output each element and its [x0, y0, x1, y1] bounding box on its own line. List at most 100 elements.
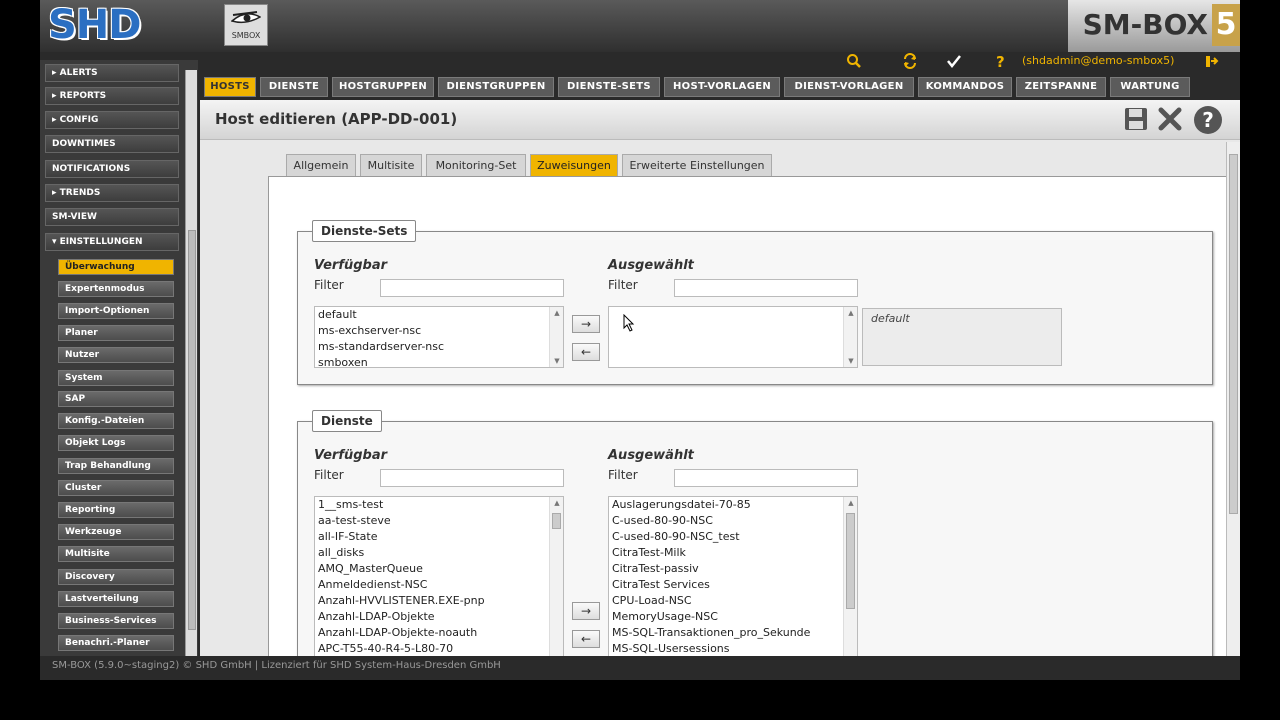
list-item[interactable]: APC-T55-40-R4-5-L80-70 — [315, 641, 563, 656]
subtab-allgemein[interactable]: Allgemein — [286, 154, 356, 176]
list-item[interactable]: ms-standardserver-nsc — [315, 339, 563, 355]
sidebar-scroll-thumb[interactable] — [188, 230, 196, 630]
list-item[interactable]: MS-SQL-Usersessions — [609, 641, 857, 656]
scroll-down-icon[interactable]: ▼ — [844, 355, 857, 367]
scroll-down-icon[interactable]: ▼ — [550, 355, 563, 367]
list-item[interactable]: MS-SQL-Transaktionen_pro_Sekunde — [609, 625, 857, 641]
list-item[interactable]: Auslagerungsdatei-70-85 — [609, 497, 857, 513]
scroll-up-icon[interactable]: ▲ — [550, 307, 563, 319]
list-scrollbar[interactable]: ▲ ▼ — [549, 307, 563, 367]
refresh-icon[interactable] — [902, 53, 918, 73]
list-item[interactable]: C-used-80-90-NSC_test — [609, 529, 857, 545]
shd-logo[interactable]: SHD — [48, 2, 141, 48]
list-scrollbar[interactable]: ▲ — [843, 497, 857, 656]
list-item[interactable]: ms-exchserver-nsc — [315, 323, 563, 339]
scroll-up-icon[interactable]: ▲ — [844, 307, 857, 319]
list-item[interactable]: CPU-Load-NSC — [609, 593, 857, 609]
subtab-zuweisungen[interactable]: Zuweisungen — [530, 154, 618, 176]
sidebar-sub-expertenmodus[interactable]: Expertenmodus — [58, 281, 174, 297]
sidebar-sub-import-optionen[interactable]: Import-Optionen — [58, 303, 174, 319]
content-scrollbar[interactable] — [1226, 142, 1240, 656]
remove-button[interactable]: ← — [572, 630, 600, 648]
list-item[interactable]: smboxen — [315, 355, 563, 367]
list-item[interactable]: MemoryUsage-NSC — [609, 609, 857, 625]
list-item[interactable]: Anzahl-HVVLISTENER.EXE-pnp — [315, 593, 563, 609]
sidebar-sub-werkzeuge[interactable]: Werkzeuge — [58, 524, 174, 540]
list-item[interactable]: default — [315, 307, 563, 323]
sidebar-sub-reporting[interactable]: Reporting — [58, 502, 174, 518]
selected-filter-input[interactable] — [674, 469, 858, 487]
list-item[interactable]: all-IF-State — [315, 529, 563, 545]
list-item[interactable]: AMQ_MasterQueue — [315, 561, 563, 577]
sidebar-sub-lastverteilung[interactable]: Lastverteilung — [58, 591, 174, 607]
available-filter-input[interactable] — [380, 279, 564, 297]
save-icon[interactable] — [1122, 106, 1150, 134]
content-scroll-thumb[interactable] — [1229, 154, 1238, 514]
sidebar-sub-nutzer[interactable]: Nutzer — [58, 347, 174, 363]
sidebar-item-alerts[interactable]: ▸ ALERTS — [45, 64, 179, 82]
tools-icon[interactable] — [1156, 106, 1184, 134]
list-item[interactable]: C-used-80-90-NSC — [609, 513, 857, 529]
list-scrollbar[interactable]: ▲ — [549, 497, 563, 656]
list-item[interactable]: Anzahl-LDAP-Objekte — [315, 609, 563, 625]
nav-tab-dienste-sets[interactable]: DIENSTE-SETS — [558, 77, 660, 97]
sidebar-sub-discovery[interactable]: Discovery — [58, 569, 174, 585]
scroll-thumb[interactable] — [552, 513, 561, 529]
sidebar-sub-planer[interactable]: Planer — [58, 325, 174, 341]
sidebar-item-config[interactable]: ▸ CONFIG — [45, 111, 179, 129]
list-item[interactable]: CitraTest Services — [609, 577, 857, 593]
sidebar-sub-sap[interactable]: SAP — [58, 391, 174, 407]
sidebar-item-einstellungen[interactable]: ▾ EINSTELLUNGEN — [45, 233, 179, 251]
help-icon[interactable]: ? — [996, 53, 1005, 71]
sidebar-item-notifications[interactable]: NOTIFICATIONS — [45, 160, 179, 178]
available-filter-input[interactable] — [380, 469, 564, 487]
selected-list[interactable]: Auslagerungsdatei-70-85 C-used-80-90-NSC… — [608, 496, 858, 656]
add-button[interactable]: → — [572, 602, 600, 620]
nav-tab-dienst-vorlagen[interactable]: DIENST-VORLAGEN — [784, 77, 914, 97]
sidebar-scrollbar[interactable] — [185, 70, 197, 656]
search-icon[interactable] — [846, 53, 862, 73]
sidebar-item-trends[interactable]: ▸ TRENDS — [45, 184, 179, 202]
list-item[interactable]: 1__sms-test — [315, 497, 563, 513]
sidebar-sub-multisite[interactable]: Multisite — [58, 546, 174, 562]
sidebar-sub-ueberwachung[interactable]: Überwachung — [58, 259, 174, 275]
sidebar-sub-trap-behandlung[interactable]: Trap Behandlung — [58, 458, 174, 474]
user-label[interactable]: (shdadmin@demo-smbox5) — [1022, 54, 1174, 67]
logout-icon[interactable] — [1204, 53, 1220, 73]
nav-tab-wartung[interactable]: WARTUNG — [1110, 77, 1190, 97]
sidebar-sub-business-services[interactable]: Business-Services — [58, 613, 174, 629]
scroll-up-icon[interactable]: ▲ — [550, 497, 563, 509]
nav-tab-host-vorlagen[interactable]: HOST-VORLAGEN — [664, 77, 780, 97]
nav-tab-dienste[interactable]: DIENSTE — [260, 77, 328, 97]
check-icon[interactable] — [946, 53, 962, 73]
sidebar-sub-objekt-logs[interactable]: Objekt Logs — [58, 435, 174, 451]
list-item[interactable]: Anmeldedienst-NSC — [315, 577, 563, 593]
nav-tab-dienstgruppen[interactable]: DIENSTGRUPPEN — [438, 77, 554, 97]
sidebar-item-downtimes[interactable]: DOWNTIMES — [45, 135, 179, 153]
subtab-monitoring-set[interactable]: Monitoring-Set — [426, 154, 526, 176]
remove-button[interactable]: ← — [572, 343, 600, 361]
list-item[interactable]: CitraTest-Milk — [609, 545, 857, 561]
sidebar-item-reports[interactable]: ▸ REPORTS — [45, 87, 179, 105]
sidebar-item-sm-view[interactable]: SM-VIEW — [45, 208, 179, 226]
selected-list[interactable]: ▲ ▼ — [608, 306, 858, 368]
available-list[interactable]: 1__sms-test aa-test-steve all-IF-State a… — [314, 496, 564, 656]
sidebar-sub-konfig-dateien[interactable]: Konfig.-Dateien — [58, 413, 174, 429]
list-item[interactable]: Anzahl-LDAP-Objekte-noauth — [315, 625, 563, 641]
sidebar-sub-benachri-planer[interactable]: Benachri.-Planer — [58, 635, 174, 651]
add-button[interactable]: → — [572, 315, 600, 333]
nav-tab-hosts[interactable]: HOSTS — [204, 77, 256, 97]
list-item[interactable]: all_disks — [315, 545, 563, 561]
sidebar-sub-cluster[interactable]: Cluster — [58, 480, 174, 496]
nav-tab-zeitspanne[interactable]: ZEITSPANNE — [1016, 77, 1106, 97]
sidebar-sub-system[interactable]: System — [58, 370, 174, 386]
subtab-erweiterte-einstellungen[interactable]: Erweiterte Einstellungen — [622, 154, 772, 176]
list-item[interactable]: CitraTest-passiv — [609, 561, 857, 577]
scroll-thumb[interactable] — [846, 513, 855, 609]
help-circle-icon[interactable]: ? — [1194, 106, 1222, 134]
list-scrollbar[interactable]: ▲ ▼ — [843, 307, 857, 367]
subtab-multisite[interactable]: Multisite — [360, 154, 422, 176]
nav-tab-hostgruppen[interactable]: HOSTGRUPPEN — [332, 77, 434, 97]
nav-tab-kommandos[interactable]: KOMMANDOS — [918, 77, 1012, 97]
available-list[interactable]: default ms-exchserver-nsc ms-standardser… — [314, 306, 564, 368]
